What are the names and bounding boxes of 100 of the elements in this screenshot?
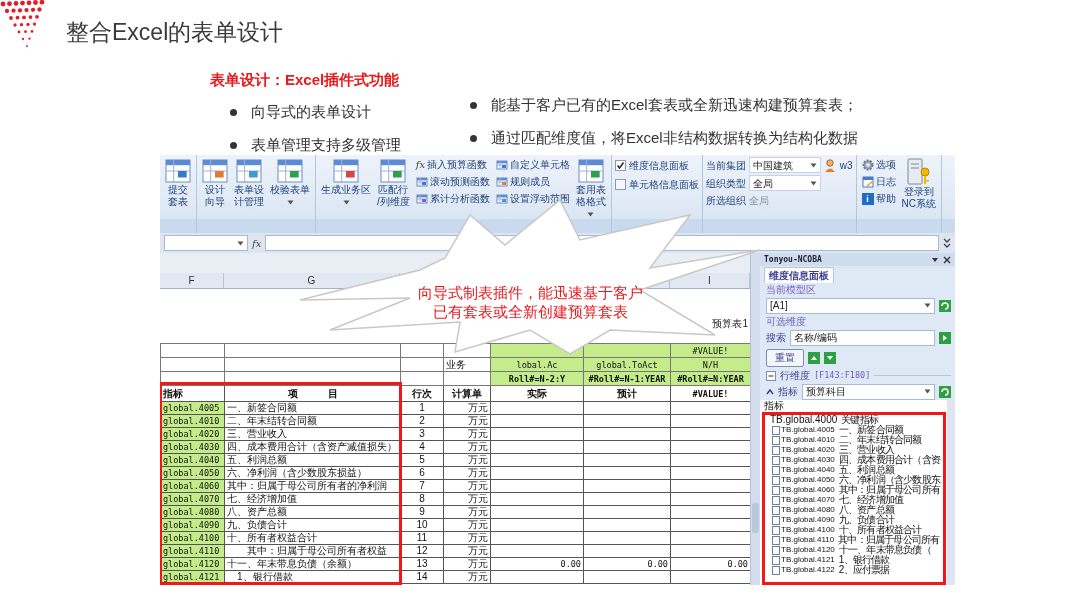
tree-item[interactable]: TB.global.4070 七、经济增加值 [764,495,945,505]
table-cell: 十一、年末带息负债（余额） [224,557,401,571]
collapse-icon[interactable] [766,370,776,381]
checkbox[interactable] [772,565,780,575]
bullet-text: 表单管理支持多级管理 [251,135,401,155]
ribbon-button[interactable]: 提交 套表 [163,157,193,209]
tree-item[interactable]: TB.global.4030 四、成本费用合计（含资 [764,455,945,465]
table-cell: 四、成本费用合计（含资产减值损失） [224,440,401,454]
select-field[interactable]: [A1] [766,297,935,314]
ribbon-button[interactable]: 设计 向导 [200,157,230,209]
ribbon-button[interactable]: 登录到 NC系统 [899,157,939,211]
tree-item[interactable]: TB.global.4120 十一、年末带息负债（ [764,545,945,555]
tree-item[interactable]: TB.global.4110 其中：归属于母公司所有 [764,535,945,545]
tree-item[interactable]: TB.global.4100 十、所有者权益合计 [764,525,945,535]
table-cell: 其中：归属于母公司所有者的净利润 [224,479,401,493]
table-cell: 万元 [443,492,491,506]
table-cell: 万元 [443,440,491,454]
tree-item[interactable]: TB.global.4000 关键指标 [764,415,945,425]
select-field[interactable]: 预算科目 [802,383,935,400]
checkbox[interactable] [772,425,780,435]
ribbon-button[interactable]: 匹配行 /列维度 [375,157,412,209]
checkbox[interactable] [772,515,780,525]
table-icon [415,175,428,188]
panel-tab[interactable]: 维度信息面板 [764,267,834,283]
notepad-icon [861,175,874,188]
move-down-button[interactable] [824,351,836,364]
server-key-icon [905,158,932,186]
tree-item[interactable]: TB.global.4121 1、银行借款 [764,555,945,565]
tree-item[interactable]: TB.global.4090 九、负债合计 [764,515,945,525]
checkbox[interactable] [772,445,780,455]
column-heading: 预计 [583,385,671,402]
gear-icon [861,158,874,171]
expand-icon[interactable] [943,237,951,249]
range-text: [F143:F180] [814,369,871,382]
select-field[interactable]: 中国建筑 [748,157,821,173]
table-cell: 7 [400,479,444,493]
table-cell: 1 [400,401,444,415]
function-icon: fx [415,157,426,172]
caret-icon [924,303,931,308]
bullet-dot [470,101,477,109]
checkbox[interactable] [772,485,780,495]
table-cell: 万元 [443,427,491,441]
checkbox[interactable] [772,495,780,505]
ribbon-button[interactable]: 自定义单元格 [493,157,572,172]
tree-item[interactable]: TB.global.4060 其中：归属于母公司所有 [764,485,945,495]
column-letter: F [188,274,195,288]
tree-item[interactable]: TB.global.4080 八、资产总额 [764,505,945,515]
checkbox[interactable] [772,455,780,465]
chevron-icon[interactable] [766,388,774,395]
scroll-thumb[interactable] [752,503,759,533]
checkbox[interactable] [772,555,780,565]
checkbox[interactable] [772,525,780,535]
checkbox[interactable] [772,505,780,515]
tree-item[interactable]: TB.global.4050 六、净利润（含少数股东 [764,475,945,485]
table-cell: 万元 [443,531,491,545]
checkbox[interactable] [772,435,780,445]
checkbox[interactable] [772,545,780,555]
table-icon [333,158,359,184]
table-cell: 0.00 [583,557,671,571]
tree-item[interactable]: TB.global.4010 二、年末结转合同额 [764,435,945,445]
refresh-icon[interactable] [939,385,951,398]
bullet-dot [230,108,237,116]
refresh-icon[interactable] [939,299,951,312]
dropdown-icon[interactable] [931,255,939,264]
ribbon-button[interactable]: 日志 [859,174,898,189]
scrollbar[interactable] [750,253,760,585]
checkbox[interactable] [772,475,780,485]
reset-button[interactable]: 重置 [766,348,804,367]
table-icon [577,158,604,184]
tree-item[interactable]: TB.global.4122 2、应付票据 [764,565,945,575]
ribbon-button[interactable]: 累计分析函数 [413,191,492,206]
ribbon-button[interactable]: 套用表 格格式 [573,157,608,218]
go-icon[interactable] [939,331,951,344]
column-letter: I [708,274,711,288]
ribbon-button[interactable]: 校验表单 [268,157,312,206]
table-cell: 2 [400,414,444,428]
ribbon-button[interactable]: i 帮助 [859,191,898,206]
scrollbar[interactable] [947,400,955,585]
ribbon-button[interactable]: 表单设 计管理 [232,157,266,209]
ribbon-button[interactable]: 滚动预测函数 [413,174,492,189]
move-up-button[interactable] [808,351,820,364]
checkbox[interactable] [614,160,626,171]
search-field[interactable]: 名称/编码 [790,329,935,346]
ribbon-button[interactable]: 生成业务区 [319,157,373,206]
checkbox[interactable] [614,179,626,190]
checkbox[interactable] [772,465,780,475]
tree-item[interactable]: TB.global.4040 五、利润总额 [764,465,945,475]
table-cell: 万元 [443,544,491,558]
checkbox[interactable] [772,535,780,545]
tree-item[interactable]: TB.global.4020 三、营业收入 [764,445,945,455]
close-icon[interactable] [943,255,951,264]
tree-item[interactable]: TB.global.4005 一、新签合同额 [764,425,945,435]
ribbon-button[interactable]: 选项 [859,157,898,172]
table-icon [415,192,428,205]
ribbon-button[interactable]: 规则成员 [493,174,572,189]
select-field[interactable]: 全局 [748,175,821,191]
section-label: 当前模型区 [765,283,817,296]
caret-icon [924,389,931,394]
table-cell: 万元 [443,466,491,480]
ribbon-button[interactable]: fx 插入预算函数 [413,157,492,172]
